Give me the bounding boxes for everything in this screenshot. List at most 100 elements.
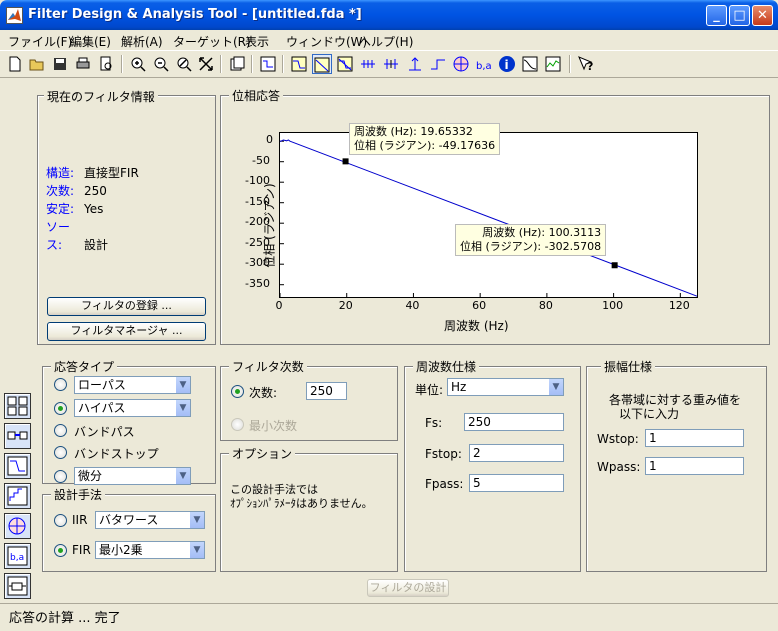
menu-target[interactable]: ターゲット(R) [173,33,251,50]
wstop-input[interactable]: 1 [645,429,744,447]
radio-iir[interactable] [54,514,67,527]
sidebar-transform-filter[interactable] [4,393,31,419]
sidebar-convert-structure[interactable] [4,423,31,449]
zoom-x-icon[interactable] [174,54,194,74]
status-bar: 応答の計算 ... 完了 [0,603,778,631]
radio-differentiator[interactable] [54,470,67,483]
group-delay-icon[interactable] [358,54,378,74]
radio-bandstop[interactable] [54,446,67,459]
chevron-down-icon: ▼ [189,512,204,528]
realize-model-icon [7,576,28,596]
radio-highpass[interactable] [54,402,67,415]
minimum-order-label: 最小次数 [249,419,298,433]
svg-text:?: ? [587,60,593,73]
datatip-marker[interactable] [342,158,349,165]
radio-fir[interactable] [54,544,67,557]
response-type-title: 応答タイプ [51,358,118,375]
close-button[interactable]: ✕ [752,5,773,26]
datatip-2-phase: 位相 (ラジアン): -302.5708 [460,240,602,253]
radio-minimum-order[interactable] [231,418,244,431]
datatip-2[interactable]: 周波数 (Hz): 100.3113 位相 (ラジアン): -302.5708 [455,224,607,256]
fir-method-select[interactable]: 最小2乗 ▼ [95,541,205,559]
svg-text:b,a: b,a [10,553,24,563]
print-icon[interactable] [73,54,93,74]
open-folder-icon[interactable] [27,54,47,74]
mag-phase-icon[interactable] [335,54,355,74]
zoom-out-icon[interactable] [151,54,171,74]
fpass-label: Fpass: [425,477,464,491]
radio-bandpass[interactable] [54,424,67,437]
phase-plot[interactable] [279,133,698,297]
datatip-1[interactable]: 周波数 (Hz): 19.65332 位相 (ラジアン): -49.17636 [349,123,501,155]
minimize-button[interactable]: _ [706,5,727,26]
magnitude-response-icon[interactable] [289,54,309,74]
matlab-icon [6,7,23,24]
x-axis-label: 周波数 (Hz) [444,319,509,333]
convert-structure-icon [7,431,28,440]
bandpass-label: バンドパス [74,425,135,439]
sidebar-pole-zero-editor[interactable] [4,513,31,539]
datatip-marker[interactable] [611,262,618,269]
wpass-input[interactable]: 1 [645,457,744,475]
step-response-icon[interactable] [428,54,448,74]
options-title: オプション [229,445,296,462]
toolbar-separator [220,55,222,73]
options-text-line2: ｵﾌﾟｼｮﾝﾊﾟﾗﾒｰﾀはありません。 [230,497,373,510]
svg-text:b,a: b,a [476,61,492,72]
new-figure-icon[interactable] [227,54,247,74]
design-method-title: 設計手法 [51,486,106,503]
new-file-icon[interactable] [5,54,25,74]
full-view-icon[interactable] [196,54,216,74]
datatip-1-frequency: 周波数 (Hz): 19.65332 [354,125,473,138]
datatip-1-phase: 位相 (ラジアン): -49.17636 [354,139,496,152]
title-bar[interactable]: Filter Design & Analysis Tool - [untitle… [0,0,778,30]
lowpass-select[interactable]: ローパス ▼ [74,376,191,394]
differentiator-select[interactable]: 微分 ▼ [74,467,191,485]
sidebar-quantize[interactable] [4,483,31,509]
print-preview-icon[interactable] [96,54,116,74]
save-icon[interactable] [50,54,70,74]
menu-edit[interactable]: 編集(E) [70,33,111,50]
fpass-input[interactable]: 5 [469,474,564,492]
menu-help[interactable]: ヘルプ(H) [359,33,413,50]
pole-zero-icon[interactable] [451,54,471,74]
noise-power-icon[interactable] [543,54,563,74]
units-select[interactable]: Hz ▼ [447,378,564,396]
maximize-button[interactable]: □ [729,5,750,26]
menu-window[interactable]: ウィンドウ(W) [286,33,367,50]
context-help-icon[interactable]: ? [576,54,596,74]
order-input[interactable]: 250 [306,382,347,400]
iir-method-select[interactable]: バタワース ▼ [95,511,205,529]
highpass-select[interactable]: ハイパス ▼ [74,399,191,417]
filter-info-list: 構造: 直接型FIR 次数: 250 安定: Yes ソース: 設計 [46,164,206,254]
status-text: 応答の計算 ... 完了 [9,611,121,626]
import-filter-icon: b,a [7,546,28,566]
radio-lowpass[interactable] [54,378,67,391]
menu-view[interactable]: 表示 [245,33,269,50]
plot-axes[interactable] [279,132,698,298]
chevron-down-icon: ▼ [548,379,563,395]
impulse-response-icon[interactable] [405,54,425,74]
filter-coefficients-icon[interactable]: b,a [474,54,494,74]
menu-file[interactable]: ファイル(F) [8,33,72,50]
filter-manager-button[interactable]: フィルタマネージャ ... [47,322,206,341]
filter-spec-icon[interactable] [258,54,278,74]
phase-response-icon[interactable] [312,54,332,74]
menu-analysis[interactable]: 解析(A) [121,33,163,50]
radio-specify-order[interactable] [231,385,244,398]
register-filter-button[interactable]: フィルタの登録 ... [47,297,206,316]
sidebar-design-filter[interactable] [4,453,31,479]
phase-delay-icon[interactable] [381,54,401,74]
sidebar-import-filter[interactable]: b,a [4,543,31,569]
info-row-order: 次数: 250 [46,184,107,198]
fstop-input[interactable]: 2 [469,444,564,462]
zoom-in-icon[interactable] [128,54,148,74]
frequency-spec-title: 周波数仕様 [413,358,480,375]
filter-info-icon[interactable]: i [497,54,517,74]
design-filter-button[interactable]: フィルタの設計 [367,579,449,597]
fs-input[interactable]: 250 [464,413,564,431]
info-row-structure: 構造: 直接型FIR [46,166,139,180]
sidebar-realize-model[interactable] [4,573,31,599]
filter-order-panel: フィルタ次数 [220,358,398,441]
magnitude-estimate-icon[interactable] [520,54,540,74]
